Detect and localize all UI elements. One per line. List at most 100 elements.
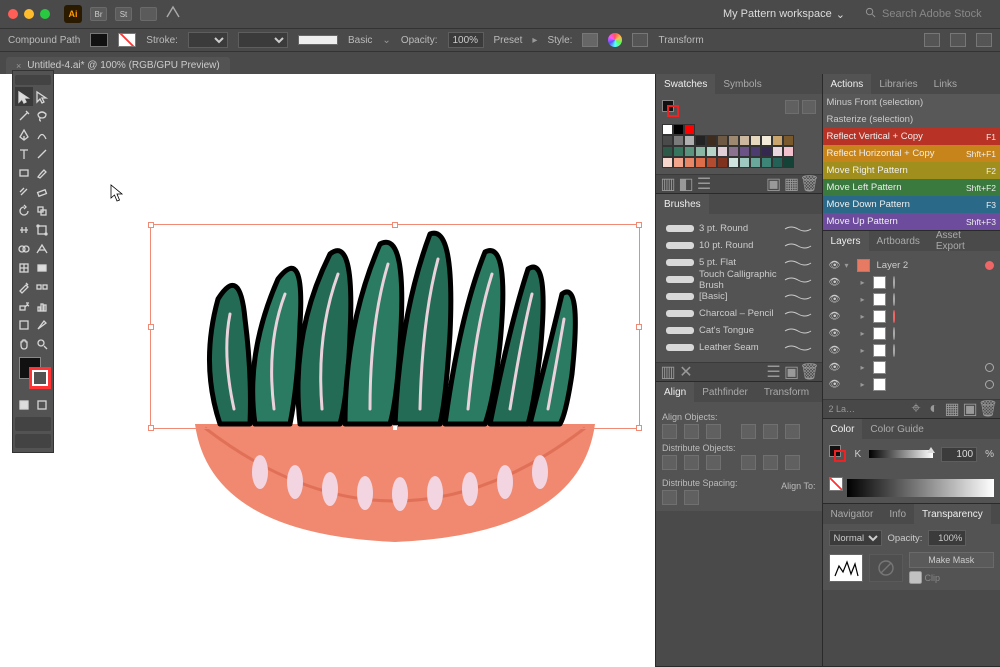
select-similar-icon[interactable]	[950, 33, 966, 47]
swatch-color[interactable]	[684, 146, 695, 157]
panel-grip[interactable]	[15, 75, 51, 85]
stroke-swatch[interactable]	[118, 33, 136, 47]
visibility-icon[interactable]: 👁	[829, 379, 841, 390]
zoom-tool[interactable]	[33, 334, 51, 353]
new-layer-icon[interactable]: ▣	[964, 403, 976, 415]
visibility-icon[interactable]: 👁	[829, 294, 841, 305]
tab-transparency[interactable]: Transparency	[914, 504, 991, 524]
action-item[interactable]: Minus Front (selection)	[823, 94, 1000, 111]
minimize-window-icon[interactable]	[24, 9, 34, 19]
action-item[interactable]: Reflect Horizontal + CopyShft+F1	[823, 145, 1000, 162]
swatch-color[interactable]	[662, 124, 673, 135]
resize-handle[interactable]	[636, 222, 642, 228]
slice-tool[interactable]	[33, 315, 51, 334]
gpu-icon[interactable]	[165, 5, 181, 24]
clip-mask-icon[interactable]: ◐	[928, 403, 940, 415]
selection-tool[interactable]	[15, 87, 33, 106]
lasso-tool[interactable]	[33, 106, 51, 125]
swatch-color[interactable]	[728, 146, 739, 157]
tab-actions[interactable]: Actions	[823, 74, 872, 94]
action-item[interactable]: Reflect Vertical + CopyF1	[823, 128, 1000, 145]
dist-left-icon[interactable]	[741, 455, 756, 470]
tab-pathfinder[interactable]: Pathfinder	[694, 382, 756, 402]
stock-search[interactable]	[865, 7, 992, 21]
perspective-grid-tool[interactable]	[33, 239, 51, 258]
dist-hcenter-icon[interactable]	[763, 455, 778, 470]
swatch-color[interactable]	[750, 146, 761, 157]
swatch-grid[interactable]	[662, 124, 816, 168]
curvature-tool[interactable]	[33, 125, 51, 144]
swatch-lib-icon[interactable]: ▥	[662, 178, 674, 190]
resize-handle[interactable]	[148, 324, 154, 330]
remove-brush-icon[interactable]: ✕	[680, 366, 692, 378]
swatch-color[interactable]	[772, 157, 783, 168]
draw-mode[interactable]	[15, 417, 51, 431]
isolate-icon[interactable]	[924, 33, 940, 47]
visibility-icon[interactable]: 👁	[829, 345, 841, 356]
var-width-profile[interactable]	[238, 32, 288, 48]
action-item[interactable]: Move Down PatternF3	[823, 196, 1000, 213]
width-tool[interactable]	[15, 220, 33, 239]
dist-space-v-icon[interactable]	[662, 490, 677, 505]
swatch-color[interactable]	[750, 157, 761, 168]
new-group-icon[interactable]: ▣	[768, 178, 780, 190]
shaper-tool[interactable]	[15, 182, 33, 201]
tab-navigator[interactable]: Navigator	[823, 504, 882, 524]
blend-tool[interactable]	[33, 277, 51, 296]
rotate-tool[interactable]	[15, 201, 33, 220]
swatch-color[interactable]	[739, 146, 750, 157]
close-icon[interactable]: ×	[16, 61, 21, 71]
dist-top-icon[interactable]	[662, 455, 677, 470]
graphic-style[interactable]	[582, 33, 598, 47]
action-item[interactable]: Move Up PatternShft+F3	[823, 213, 1000, 230]
tab-transform[interactable]: Transform	[756, 382, 817, 402]
layer-row[interactable]: 👁▸	[829, 274, 994, 291]
swatch-color[interactable]	[783, 146, 794, 157]
brush-item[interactable]: [Basic]	[662, 288, 816, 305]
align-right-icon[interactable]	[706, 424, 721, 439]
swatch-color[interactable]	[761, 146, 772, 157]
mask-preview[interactable]	[829, 554, 863, 582]
brush-options-icon[interactable]: ☰	[768, 366, 780, 378]
resize-handle[interactable]	[148, 425, 154, 431]
grayscale-spectrum[interactable]	[847, 479, 994, 497]
arrange-docs-icon[interactable]	[140, 7, 157, 21]
new-brush-icon[interactable]: ▣	[786, 366, 798, 378]
brush-item[interactable]: 10 pt. Round	[662, 237, 816, 254]
swatch-color[interactable]	[662, 146, 673, 157]
swatch-color[interactable]	[662, 157, 673, 168]
stock-icon[interactable]: St	[115, 7, 132, 21]
swatch-color[interactable]	[673, 146, 684, 157]
delete-brush-icon[interactable]: 🗑	[804, 366, 816, 378]
swatch-kind-icon[interactable]: ◧	[680, 178, 692, 190]
swatch-color[interactable]	[695, 146, 706, 157]
swatch-color[interactable]	[706, 157, 717, 168]
swatch-color[interactable]	[673, 157, 684, 168]
delete-layer-icon[interactable]: 🗑	[982, 403, 994, 415]
swatch-color[interactable]	[684, 124, 695, 135]
layer-row[interactable]: 👁▾Layer 2	[829, 257, 994, 274]
eraser-tool[interactable]	[33, 182, 51, 201]
action-item[interactable]: Move Left PatternShft+F2	[823, 179, 1000, 196]
dist-space-h-icon[interactable]	[684, 490, 699, 505]
resize-handle[interactable]	[392, 425, 398, 431]
column-graph-tool[interactable]	[33, 296, 51, 315]
color-value[interactable]	[941, 447, 977, 462]
layer-row[interactable]: 👁▸	[829, 291, 994, 308]
swatch-color[interactable]	[706, 135, 717, 146]
swatch-color[interactable]	[761, 157, 772, 168]
shape-builder-tool[interactable]	[15, 239, 33, 258]
tab-align[interactable]: Align	[656, 382, 694, 402]
line-tool[interactable]	[33, 144, 51, 163]
eyedropper-tool[interactable]	[15, 277, 33, 296]
layer-row[interactable]: 👁▸	[829, 308, 994, 325]
tab-swatches[interactable]: Swatches	[656, 74, 715, 94]
fill-stroke-mini[interactable]	[662, 100, 680, 118]
workspace-selector[interactable]: My Pattern workspace ⌄	[723, 8, 845, 21]
maximize-window-icon[interactable]	[40, 9, 50, 19]
swatch-color[interactable]	[728, 135, 739, 146]
brush-item[interactable]: Touch Calligraphic Brush	[662, 271, 816, 288]
swatch-color[interactable]	[695, 157, 706, 168]
swatch-color[interactable]	[761, 135, 772, 146]
visibility-icon[interactable]: 👁	[829, 362, 841, 373]
